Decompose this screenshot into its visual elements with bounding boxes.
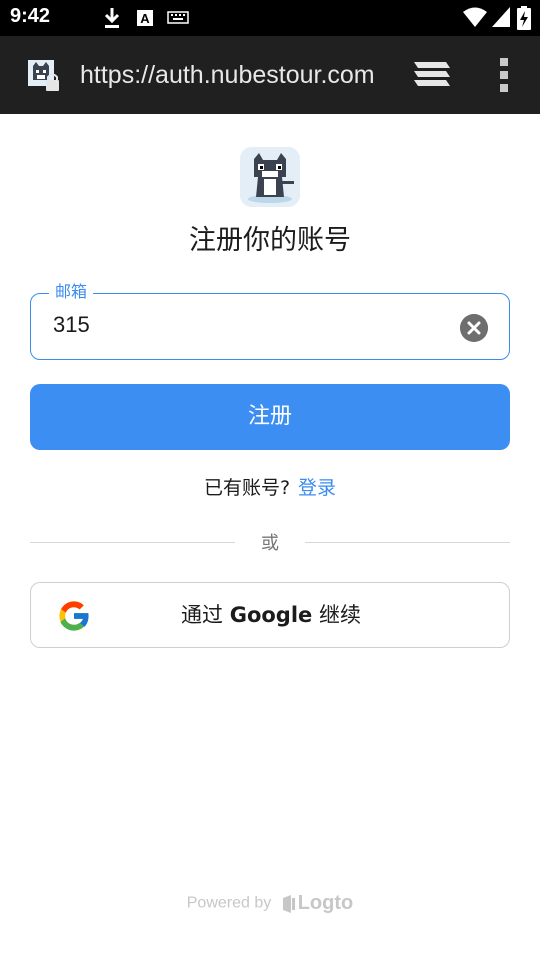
status-time: 9:42 (10, 5, 51, 27)
battery-charging-icon (517, 6, 531, 30)
email-label: 邮箱 (49, 281, 94, 303)
login-link[interactable]: 登录 (298, 477, 336, 499)
logto-logo: Logto (282, 892, 354, 915)
google-continue-button[interactable]: 通过 Google 继续 (30, 582, 510, 648)
logto-text: Logto (297, 892, 354, 914)
wifi-icon (463, 7, 487, 27)
app-logo (240, 147, 300, 207)
powered-by-footer[interactable]: Powered by Logto (0, 892, 540, 915)
more-vert-icon[interactable] (490, 56, 518, 94)
have-account-text: 已有账号? (203, 477, 291, 499)
email-input[interactable] (53, 312, 453, 338)
page-title: 注册你的账号 (189, 225, 351, 256)
keyboard-icon (167, 11, 189, 24)
email-field[interactable]: 邮箱 (30, 281, 510, 360)
cat-logo-icon (240, 147, 300, 207)
browser-toolbar: https://auth.nubestour.com (0, 36, 540, 114)
download-icon (104, 8, 120, 28)
signal-icon (492, 7, 510, 27)
logto-mark-icon (282, 894, 295, 913)
google-prefix-text: 通过 (181, 603, 230, 627)
clear-icon[interactable] (460, 314, 488, 342)
svg-text:A: A (140, 11, 150, 26)
font-a-icon: A (137, 10, 153, 26)
divider-right (305, 542, 510, 543)
divider-or: 或 (261, 533, 279, 554)
status-bar: 9:42 A (0, 0, 540, 36)
register-button[interactable]: 注册 (30, 384, 510, 450)
divider-left (30, 542, 235, 543)
login-prompt: 已有账号? 登录 (0, 474, 540, 502)
url-bar[interactable]: https://auth.nubestour.com (80, 58, 382, 92)
tabs-icon[interactable] (412, 58, 452, 92)
google-suffix-text: 继续 (312, 603, 361, 627)
google-brand-text: Google (229, 603, 313, 627)
powered-by-text: Powered by (186, 894, 272, 912)
site-favicon[interactable] (28, 60, 60, 92)
google-continue-label: 通过 Google 继续 (31, 583, 511, 647)
